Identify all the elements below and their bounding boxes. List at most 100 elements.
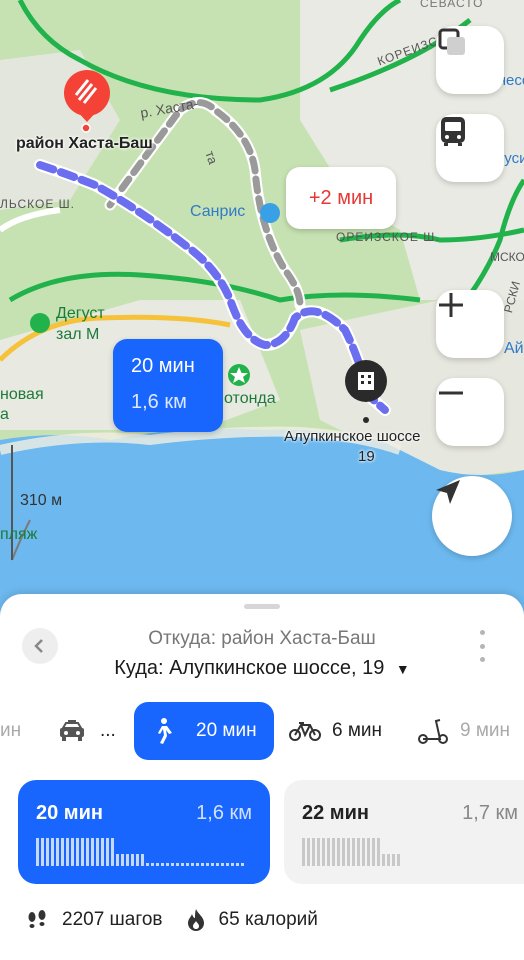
route-to[interactable]: Куда: Алупкинское шоссе, 19 ▼ [0, 657, 524, 680]
layers-button[interactable] [436, 26, 504, 94]
elevation-bar [382, 854, 385, 866]
bicycle-icon [289, 722, 321, 741]
elevation-bar [76, 838, 79, 866]
elevation-bar [221, 863, 224, 866]
elevation-bar [347, 838, 350, 866]
traffic-delay-text: +2 мин [308, 186, 374, 209]
elevation-bar [312, 838, 315, 866]
elevation-bar [216, 863, 219, 866]
route-from[interactable]: Откуда: район Хаста-Баш [0, 628, 524, 650]
map-label-degust-1: Дегуст [56, 305, 105, 322]
route-card-alternative[interactable]: 22 мин 1,7 км [284, 780, 524, 884]
elevation-bar [201, 863, 204, 866]
elevation-bar [51, 838, 54, 866]
tab-scooter[interactable]: 9 мин [416, 702, 524, 760]
tab-transit-label: ин [0, 720, 22, 741]
elevation-bar [91, 838, 94, 866]
scooter-icon [418, 719, 448, 744]
elevation-bar [96, 838, 99, 866]
map-label-beach-2: а [0, 406, 9, 423]
map-label-dest-2: 19 [358, 448, 375, 465]
elevation-bar [46, 838, 49, 866]
layers-icon [438, 28, 465, 55]
elevation-bar [342, 838, 345, 866]
elevation-bar [387, 854, 390, 866]
elevation-bar [86, 838, 89, 866]
elevation-bar [332, 838, 335, 866]
elevation-bar [126, 854, 129, 866]
route-card-time: 22 мин [302, 802, 369, 824]
map-scale-label: 310 м [20, 492, 63, 509]
elevation-bar [41, 838, 44, 866]
map-label-mskoe: МСКОЕ [490, 250, 524, 264]
minus-icon [439, 391, 463, 395]
fire-icon [187, 909, 204, 931]
elevation-bar [307, 838, 310, 866]
map-label-degust-2: зал М [56, 326, 100, 343]
bus-icon [441, 117, 465, 146]
map-label-start: район Хаста-Баш [16, 135, 153, 152]
elevation-bar [397, 854, 400, 866]
elevation-bar [302, 838, 305, 866]
elevation-bar [196, 863, 199, 866]
map[interactable]: СЕВАСТО КОРЕИЗС р. Хаста- та район Хаста… [0, 0, 524, 620]
elevation-bar [166, 863, 169, 866]
route-card-distance: 1,7 км [462, 802, 518, 824]
elevation-bar [121, 854, 124, 866]
elevation-bar [181, 863, 184, 866]
map-label-alsk: ЛЬСКОЕ Ш. [0, 197, 76, 211]
elevation-bar [111, 838, 114, 866]
more-menu-button[interactable] [476, 630, 488, 662]
elevation-bar [161, 863, 164, 866]
sheet-drag-handle[interactable] [244, 604, 280, 609]
route-info-bubble[interactable]: 20 мин 1,6 км [113, 339, 223, 432]
elevation-bar [191, 863, 194, 866]
traffic-delay-bubble[interactable]: +2 мин [286, 167, 396, 229]
elevation-bar [231, 863, 234, 866]
elevation-bar [362, 838, 365, 866]
walk-icon [158, 718, 172, 744]
taxi-icon [60, 720, 84, 741]
my-location-button[interactable] [432, 476, 512, 556]
route-card-distance: 1,6 км [196, 802, 252, 824]
elevation-bar [206, 863, 209, 866]
tab-taxi-label: ... [100, 720, 116, 741]
elevation-bar [81, 838, 84, 866]
tab-bicycle[interactable]: 6 мин [288, 702, 398, 760]
route-card-time: 20 мин [36, 802, 103, 824]
elevation-bar [171, 863, 174, 866]
steps-count: 2207 шагов [62, 909, 163, 930]
map-label-sevastop: СЕВАСТО [420, 0, 484, 10]
tab-taxi[interactable]: ... [58, 702, 128, 760]
zoom-out-button[interactable] [436, 378, 504, 446]
tab-scooter-label: 9 мин [460, 720, 511, 741]
elevation-bar [367, 838, 370, 866]
elevation-bar [151, 863, 154, 866]
map-label-koreiz-road: ОРЕИЗСКОЕ Ш. [336, 230, 440, 244]
route-stats: 2207 шагов 65 калорий [26, 908, 318, 932]
tab-transit[interactable]: ин [0, 702, 34, 760]
elevation-bar [352, 838, 355, 866]
elevation-bar [146, 863, 149, 866]
elevation-bar [131, 854, 134, 866]
transport-tabs: ин ... 20 мин 6 мин 9 мин [0, 702, 524, 762]
map-label-dest-1: Алупкинское шоссе [284, 428, 421, 445]
transit-button[interactable] [436, 114, 504, 182]
zoom-in-button[interactable] [436, 290, 504, 358]
route-to-text: Куда: Алупкинское шоссе, 19 [114, 657, 385, 679]
route-card-selected[interactable]: 20 мин 1,6 км [18, 780, 270, 884]
elevation-bar [236, 863, 239, 866]
elevation-bar [337, 838, 340, 866]
elevation-bar [176, 863, 179, 866]
route-sheet: Откуда: район Хаста-Баш Куда: Алупкинско… [0, 594, 524, 960]
elevation-bar [322, 838, 325, 866]
map-label-sanris: Санрис [190, 203, 246, 220]
elevation-bar [357, 838, 360, 866]
plus-icon [439, 293, 463, 317]
elevation-bar [392, 854, 395, 866]
tab-walk[interactable]: 20 мин [134, 702, 274, 760]
elevation-bar [136, 854, 139, 866]
elevation-bar [106, 838, 109, 866]
elevation-bar [241, 863, 244, 866]
elevation-bar [141, 854, 144, 866]
